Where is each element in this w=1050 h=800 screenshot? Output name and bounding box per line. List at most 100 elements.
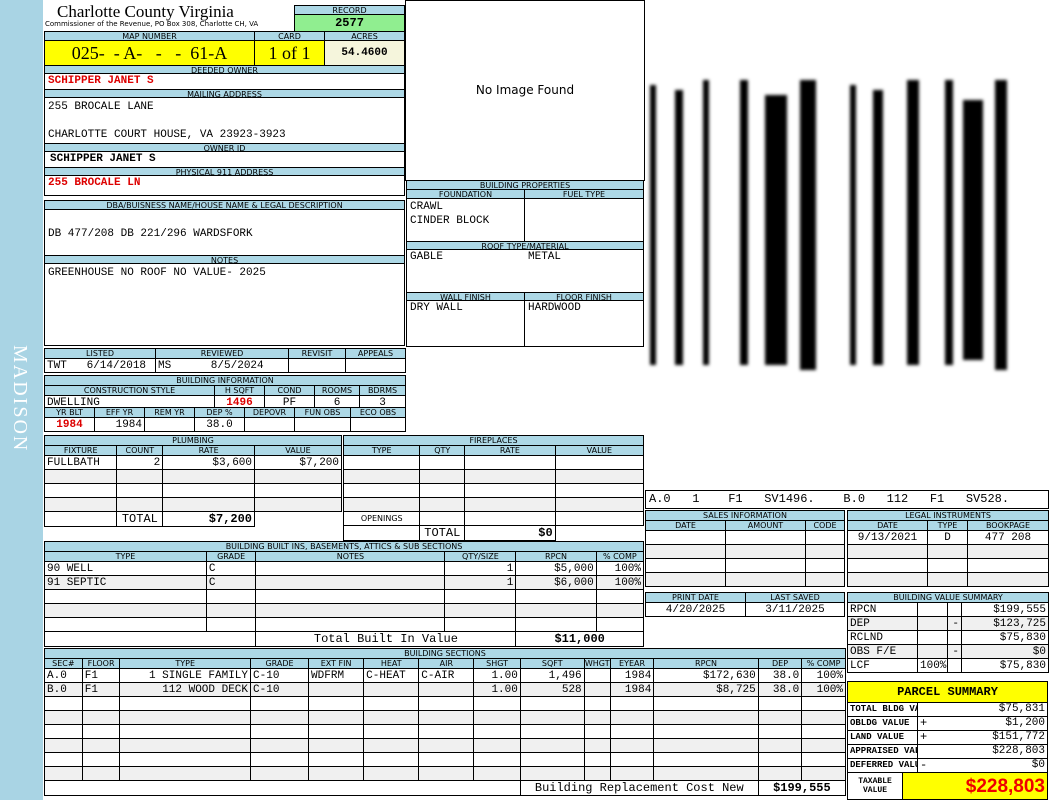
dba-label: DBA/BUISNESS NAME/HOUSE NAME & LEGAL DES… — [45, 201, 404, 210]
sketch-drawing — [650, 80, 1007, 370]
column-header: CODE — [804, 520, 846, 531]
parcel-row-label: LAND VALUE — [848, 731, 918, 744]
table-cell: C-HEAT — [363, 668, 420, 683]
table-cell — [847, 544, 928, 559]
table-row: RPCN $199,555 — [847, 602, 1049, 617]
column-header: APPEALS — [345, 348, 406, 359]
building-info-table: BUILDING INFORMATION CONSTRUCTION STYLE H … — [43, 375, 407, 410]
total-row: Building Replacement Cost New $199,555 — [44, 780, 847, 796]
table-cell — [801, 738, 846, 753]
table-cell — [645, 544, 726, 559]
table-cell: 1984 — [609, 682, 655, 697]
table-cell — [418, 696, 475, 711]
column-header: QTY — [419, 445, 466, 456]
table-cell — [363, 724, 420, 739]
table-cell — [473, 724, 521, 739]
table-cell: C-10 — [250, 682, 310, 697]
table-cell — [144, 417, 195, 432]
taxable-value: $228,803 — [903, 773, 1047, 799]
table-cell — [308, 682, 365, 697]
table-cell — [519, 738, 585, 753]
table-row — [847, 558, 1049, 573]
column-header: DATE — [645, 520, 726, 531]
table-cell: C-10 — [250, 668, 310, 683]
value-summary-table: BUILDING VALUE SUMMARY RPCN $199,555 DEP - $1… — [847, 592, 1049, 673]
table-cell: $75,830 — [961, 630, 1049, 645]
column-header: EYEAR — [609, 658, 655, 669]
table-cell — [244, 417, 295, 432]
table-cell: F1 — [81, 682, 121, 697]
table-row — [847, 572, 1049, 587]
table-cell — [917, 602, 948, 617]
table-cell: $3,600 — [162, 455, 256, 470]
column-header: EFF YR — [94, 407, 145, 418]
parcel-row-sign: + — [920, 730, 928, 744]
table-cell — [162, 497, 256, 512]
mailing-line-2: CHARLOTTE COURT HOUSE, VA 23923-3923 — [48, 129, 286, 141]
table-cell — [801, 696, 846, 711]
table-cell: 528 — [519, 682, 585, 697]
table-cell — [418, 682, 475, 697]
table-row — [44, 752, 846, 767]
building_info-title: BUILDING INFORMATION — [43, 375, 407, 386]
sales-title: SALES INFORMATION — [644, 510, 846, 521]
table-cell — [554, 469, 645, 484]
table-cell — [250, 710, 310, 725]
table-cell: C — [205, 561, 257, 576]
column-header: SEC# — [44, 658, 83, 669]
card-label: CARD — [255, 32, 325, 41]
column-header: FIXTURE — [43, 445, 118, 456]
table-cell — [116, 483, 164, 498]
table-cell — [81, 738, 121, 753]
table-row — [44, 766, 846, 781]
table-cell — [464, 511, 556, 526]
table-cell — [419, 511, 466, 526]
table-cell: F1 — [81, 668, 121, 683]
table-row — [645, 544, 846, 559]
column-header: ECO OBS — [350, 407, 406, 418]
parcel-summary-title: PARCEL SUMMARY — [848, 682, 1047, 703]
table-cell: 100% — [801, 682, 846, 697]
table-cell — [473, 738, 521, 753]
table-cell — [44, 710, 83, 725]
table-cell — [464, 497, 556, 512]
parcel-summary: PARCEL SUMMARY TOTAL BLDG VALUE $75,831 OB… — [847, 681, 1048, 800]
building-properties: BUILDING PROPERTIES FOUNDATION CRAWL CIN… — [406, 180, 644, 347]
table-cell — [418, 766, 475, 781]
table-cell: 100% — [917, 658, 948, 673]
table-cell — [917, 644, 948, 659]
column-header: NOTES — [255, 551, 446, 562]
owner-id: SCHIPPER JANET S — [50, 153, 156, 165]
table-cell — [81, 752, 121, 767]
table-cell — [609, 738, 655, 753]
table-cell: 4/20/2025 — [645, 602, 746, 617]
table-row: A.0 F1 1 SINGLE FAMILY C-10 WDFRM C-HEAT C-AIR… — [44, 668, 846, 683]
table-row — [43, 497, 342, 512]
table-cell — [363, 710, 420, 725]
table-cell: RCLND — [847, 630, 918, 645]
table-cell — [255, 561, 446, 576]
column-header: QTY/SIZE — [444, 551, 517, 562]
table-cell — [250, 724, 310, 739]
table-row — [44, 738, 846, 753]
table-cell: 38.0 — [757, 668, 803, 683]
table-cell — [418, 738, 475, 753]
table-cell — [43, 483, 118, 498]
table-cell — [725, 544, 806, 559]
parcel-row: APPRAISED VALUE $228,803 — [848, 745, 1047, 759]
review-table: LISTED REVIEWED REVISIT APPEALS TWT 6/14/201… — [44, 348, 406, 373]
column-header: ROOMS — [314, 385, 360, 396]
table-cell: LCF — [847, 658, 918, 673]
table-cell — [162, 469, 256, 484]
total-value: $11,000 — [515, 631, 644, 647]
parcel-row-value: $75,831 — [998, 703, 1045, 715]
column-header: HEAT — [363, 658, 420, 669]
table-cell: - — [947, 616, 962, 631]
parcel-row: OBLDG VALUE + $1,200 — [848, 717, 1047, 731]
column-header: AIR — [418, 658, 475, 669]
table-cell — [294, 417, 351, 432]
table-cell — [927, 572, 968, 587]
table-cell — [44, 603, 207, 618]
table-cell: 1,496 — [519, 668, 585, 683]
owner-id-label: OWNER ID — [45, 143, 404, 153]
